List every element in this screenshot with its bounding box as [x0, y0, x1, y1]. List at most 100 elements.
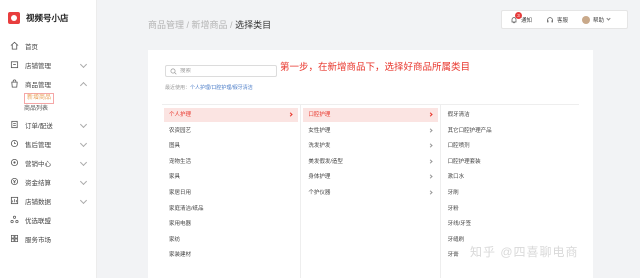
- category-item[interactable]: 家居日用: [164, 186, 298, 200]
- category-item-label: 漱口水: [447, 174, 465, 181]
- category-item[interactable]: 家装建材: [164, 248, 298, 262]
- category-item[interactable]: 图具: [164, 139, 298, 153]
- market-icon: [10, 234, 19, 243]
- sidebar-item-label: 资金结算: [25, 179, 51, 187]
- category-search[interactable]: [165, 65, 277, 77]
- category-item[interactable]: 洗发护发: [303, 139, 437, 153]
- sidebar-item-store[interactable]: 店铺管理: [0, 55, 96, 74]
- sidebar-subitem-label: 商品列表: [24, 106, 49, 112]
- shop-logo-icon: [8, 12, 20, 24]
- category-item-label: 个人护理: [169, 112, 192, 118]
- category-item-label: 家具: [169, 174, 181, 181]
- category-item[interactable]: 牙刷: [443, 186, 577, 200]
- category-item-label: 假牙清洁: [447, 112, 470, 118]
- sidebar-item-funds[interactable]: 资金结算: [0, 172, 96, 191]
- watermark: 知乎 @四喜聊电商: [470, 245, 579, 259]
- sidebar-item-label: 营销中心: [25, 160, 51, 168]
- recent-label: 最近使用：: [165, 85, 191, 91]
- sidebar-item-products[interactable]: 商品管理: [0, 74, 96, 93]
- category-item-label: 牙膏: [447, 252, 459, 259]
- sidebar-item-orders[interactable]: 订单/配送: [0, 115, 96, 134]
- category-item-label: 牙刷: [447, 189, 459, 196]
- category-column-level1: 个人护理农资园艺 图具宠物生活家具家居日用家庭清洁/纸品 家用电器家纺家装建材: [162, 105, 302, 278]
- breadcrumb-product-management[interactable]: 商品管理: [148, 20, 184, 30]
- notification-badge: 3: [515, 11, 522, 19]
- sidebar-subitem-product-list[interactable]: 商品列表: [0, 104, 96, 115]
- chevron-down-icon: [606, 16, 611, 21]
- category-item[interactable]: 牙粉: [443, 202, 577, 216]
- category-item[interactable]: 农资园艺: [164, 124, 298, 138]
- category-item[interactable]: 口腔喷剂: [443, 139, 577, 153]
- sidebar-item-data[interactable]: 店铺数据: [0, 191, 96, 210]
- chevron-down-icon: [79, 120, 88, 129]
- category-item[interactable]: 家庭清洁/纸品: [164, 202, 298, 216]
- after-sale-icon: [10, 139, 19, 148]
- recent-path-link[interactable]: 个人护理/口腔护理/假牙清洁: [190, 85, 253, 91]
- marketing-icon: [10, 158, 19, 167]
- chevron-down-icon: [79, 196, 88, 205]
- service-button[interactable]: 客服: [532, 16, 568, 24]
- sidebar-item-label: 店铺数据: [25, 198, 51, 206]
- category-column-level2: 口腔护理女性护理 洗发护发美发假发/造型身体护理个护仪器: [301, 105, 441, 278]
- category-item-label: 家用电器: [169, 221, 192, 228]
- notifications-button[interactable]: 3 通知: [502, 11, 533, 24]
- service-label: 客服: [557, 17, 569, 24]
- chevron-down-icon: [79, 60, 88, 69]
- category-item[interactable]: 假牙清洁: [443, 108, 577, 122]
- chevron-right-icon: [428, 143, 433, 148]
- sidebar-item-marketing[interactable]: 营销中心: [0, 153, 96, 172]
- alliance-icon: [10, 215, 19, 224]
- category-item[interactable]: 口腔护理: [303, 108, 438, 122]
- chevron-down-icon: [79, 158, 88, 167]
- category-item[interactable]: 个护仪器: [303, 186, 437, 200]
- store-icon: [10, 61, 19, 69]
- breadcrumb-separator: /: [184, 20, 192, 30]
- chevron-up-icon: [79, 81, 88, 90]
- notifications-label: 通知: [521, 17, 533, 24]
- sidebar-item-label: 订单/配送: [25, 122, 53, 130]
- category-item-label: 家纺: [169, 236, 181, 243]
- topbar-actions: 3 通知 客服 帮助: [501, 10, 628, 29]
- category-item-label: 家装建材: [169, 252, 192, 259]
- category-item-label: 宠物生活: [169, 158, 192, 165]
- order-icon: [11, 120, 18, 129]
- chevron-right-icon: [288, 112, 293, 117]
- category-item-label: 个护仪器: [308, 189, 331, 196]
- category-item[interactable]: 其它口腔护理产品: [443, 124, 577, 138]
- category-item-label: 牙线/牙签: [447, 221, 472, 228]
- help-label: 帮助: [593, 17, 605, 24]
- category-item[interactable]: 宠物生活: [164, 155, 298, 169]
- sidebar-item-label: 店铺管理: [25, 62, 51, 70]
- sidebar-item-alliance[interactable]: 优选联盟: [0, 210, 96, 229]
- help-menu[interactable]: 帮助: [568, 15, 611, 24]
- category-item-label: 美发假发/造型: [308, 158, 343, 165]
- category-item[interactable]: 家具: [164, 170, 298, 184]
- category-item-label: 口腔喷剂: [447, 143, 470, 150]
- breadcrumb-new-product[interactable]: 新增商品: [192, 20, 228, 30]
- headset-icon: [547, 16, 553, 22]
- category-item[interactable]: 美发假发/造型: [303, 155, 437, 169]
- home-icon: [10, 41, 19, 50]
- category-item[interactable]: 漱口水: [443, 170, 577, 184]
- sidebar-item-after-sale[interactable]: 售后管理: [0, 134, 96, 153]
- category-item[interactable]: 口腔护理套装: [443, 155, 577, 169]
- category-item[interactable]: 牙线/牙签: [443, 217, 577, 231]
- category-item-label: 口腔护理: [308, 112, 331, 118]
- search-input[interactable]: [180, 68, 270, 74]
- sidebar-item-home[interactable]: 首页: [0, 36, 96, 55]
- category-item[interactable]: 家用电器: [164, 217, 298, 231]
- chevron-down-icon: [79, 177, 88, 186]
- category-item[interactable]: 个人护理: [164, 108, 299, 122]
- sidebar-item-service-market[interactable]: 服务市场: [0, 229, 96, 248]
- topbar: 商品管理 / 新增商品 / 选择类目 3 通知 客服 帮助: [98, 0, 640, 36]
- category-item[interactable]: 家纺: [164, 233, 298, 247]
- category-item[interactable]: 身体护理: [303, 170, 437, 184]
- sidebar-subitem-new-product[interactable]: 新增商品: [0, 93, 96, 104]
- category-item[interactable]: 女性护理: [303, 124, 437, 138]
- app-title: 视频号小店: [26, 13, 69, 23]
- logo[interactable]: 视频号小店: [0, 0, 96, 36]
- data-icon: [10, 196, 19, 205]
- chevron-right-icon: [428, 112, 433, 117]
- sidebar-item-label: 售后管理: [25, 141, 51, 149]
- category-item-label: 家庭清洁/纸品: [169, 205, 204, 212]
